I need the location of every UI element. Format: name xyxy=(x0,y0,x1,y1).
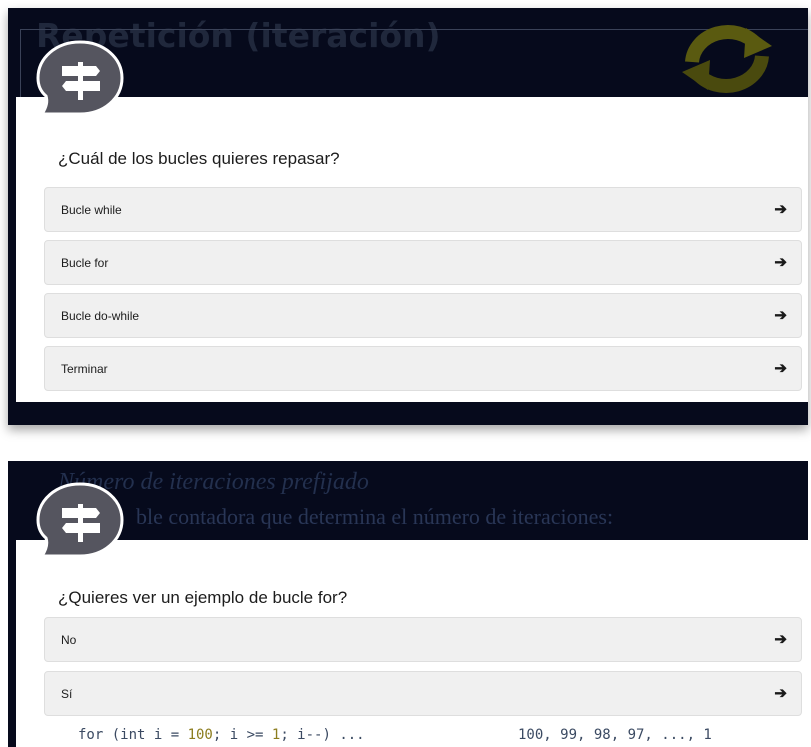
question-text: ¿Cuál de los bucles quieres repasar? xyxy=(58,149,340,168)
title-frame-edge xyxy=(20,29,22,99)
option-label: Bucle for xyxy=(61,256,109,270)
option-bucle-while[interactable]: Bucle while ➔ xyxy=(44,187,802,232)
option-no[interactable]: No ➔ xyxy=(44,617,802,662)
option-si[interactable]: Sí ➔ xyxy=(44,671,802,716)
refresh-arrows-icon xyxy=(682,25,772,93)
option-label: No xyxy=(61,633,77,647)
question-text: ¿Quieres ver un ejemplo de bucle for? xyxy=(58,588,348,607)
option-label: Bucle while xyxy=(61,203,122,217)
arrow-right-icon: ➔ xyxy=(774,631,787,648)
code-text: ; i >= xyxy=(212,727,272,743)
option-terminar[interactable]: Terminar ➔ xyxy=(44,346,802,391)
code-text: ; i--) ... xyxy=(280,727,365,743)
arrow-right-icon: ➔ xyxy=(774,254,787,271)
code-keyword: for (int i = xyxy=(78,727,188,743)
option-bucle-do-while[interactable]: Bucle do-while ➔ xyxy=(44,293,802,338)
option-bucle-for[interactable]: Bucle for ➔ xyxy=(44,240,802,285)
loop-menu-panel: Repetición (iteración) ¿Cuál de los bucl… xyxy=(8,8,808,425)
option-label: Bucle do-while xyxy=(61,309,140,323)
question-dialog: ¿Quieres ver un ejemplo de bucle for? No… xyxy=(16,540,808,747)
question-dialog: ¿Cuál de los bucles quieres repasar? Buc… xyxy=(16,97,808,402)
signpost-chat-bubble-icon xyxy=(36,40,124,116)
for-example-panel: Número de iteraciones prefijado ble cont… xyxy=(8,461,808,747)
option-label: Sí xyxy=(61,687,73,701)
signpost-chat-bubble-icon xyxy=(36,482,124,558)
arrow-right-icon: ➔ xyxy=(774,360,787,377)
arrow-right-icon: ➔ xyxy=(774,201,787,218)
option-label: Terminar xyxy=(61,362,108,376)
slide-text: ble contadora que determina el número de… xyxy=(136,504,614,529)
arrow-right-icon: ➔ xyxy=(774,685,787,702)
code-snippet: for (int i = 100; i >= 1; i--) ... xyxy=(78,727,365,743)
arrow-right-icon: ➔ xyxy=(774,307,787,324)
code-number: 100 xyxy=(187,727,213,743)
code-output: 100, 99, 98, 97, ..., 1 xyxy=(518,727,712,743)
